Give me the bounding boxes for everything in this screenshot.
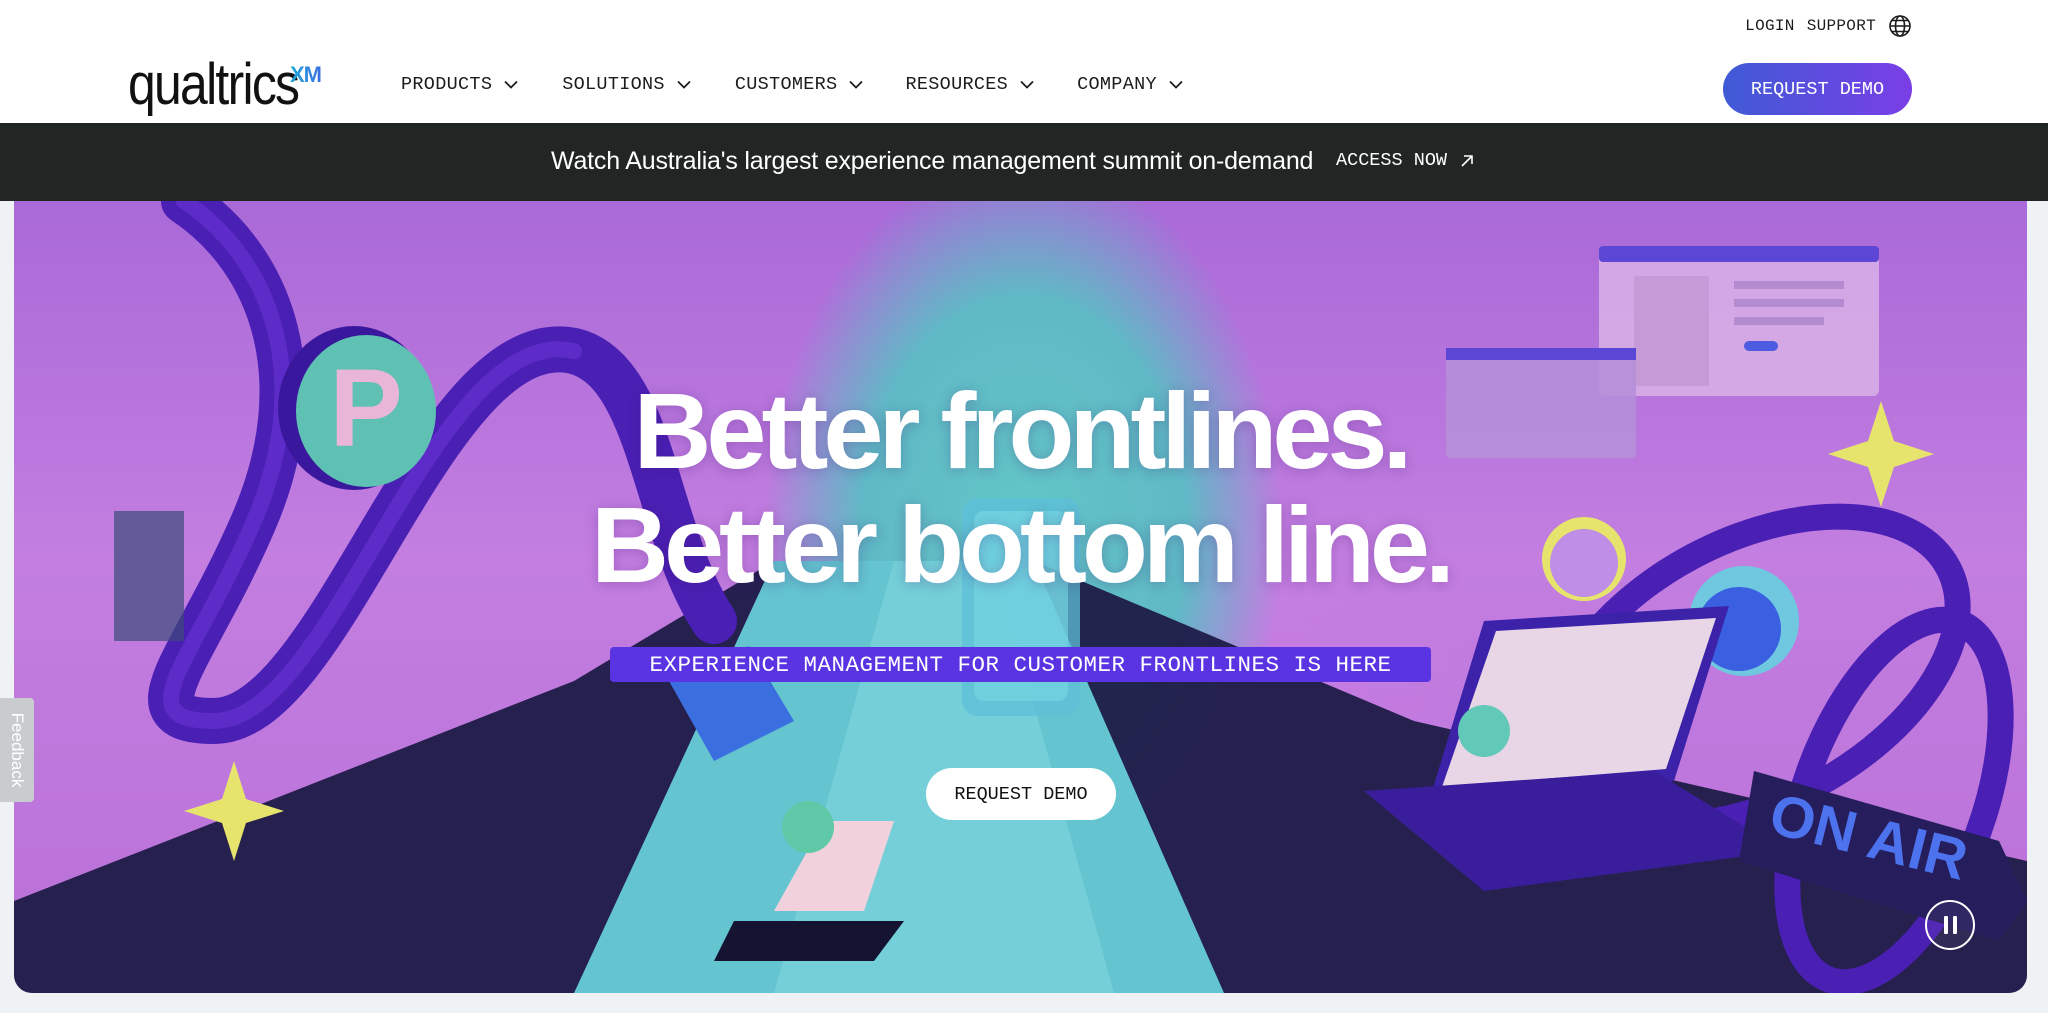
- globe-icon[interactable]: [1888, 14, 1912, 38]
- nav-label: RESOURCES: [905, 74, 1009, 95]
- qualtrics-logo[interactable]: qualtrics XM: [128, 56, 326, 126]
- chevron-down-icon: [1169, 80, 1183, 89]
- nav-label: COMPANY: [1077, 74, 1157, 95]
- hero-section: P ON AIR Better frontlines. Better botto…: [14, 201, 2027, 993]
- chevron-down-icon: [1020, 80, 1034, 89]
- chevron-down-icon: [849, 80, 864, 89]
- utility-nav: LOGIN SUPPORT: [1745, 14, 1912, 38]
- promo-banner: Watch Australia's largest experience man…: [0, 123, 2048, 201]
- nav-label: CUSTOMERS: [734, 74, 838, 95]
- support-link[interactable]: SUPPORT: [1807, 17, 1876, 35]
- nav-label: SOLUTIONS: [562, 74, 665, 95]
- request-demo-button[interactable]: REQUEST DEMO: [1723, 63, 1912, 115]
- nav-solutions[interactable]: SOLUTIONS: [562, 74, 691, 95]
- feedback-tab[interactable]: Feedback: [0, 698, 34, 802]
- access-now-label: ACCESS NOW: [1336, 150, 1448, 171]
- logo-wordmark: qualtrics: [128, 52, 300, 117]
- hero-tagline: EXPERIENCE MANAGEMENT FOR CUSTOMER FRONT…: [610, 647, 1431, 682]
- pause-icon: [1943, 916, 1948, 934]
- chevron-down-icon: [677, 80, 691, 89]
- nav-customers[interactable]: CUSTOMERS: [735, 74, 864, 95]
- chevron-down-icon: [504, 80, 518, 89]
- nav-products[interactable]: PRODUCTS: [401, 74, 518, 95]
- site-header: LOGIN SUPPORT qualtrics XM PRODUCTS SOLU…: [0, 0, 2048, 123]
- nav-label: PRODUCTS: [401, 74, 493, 95]
- pause-icon-bar: [1952, 916, 1957, 934]
- access-now-link[interactable]: ACCESS NOW: [1336, 150, 1475, 171]
- login-link[interactable]: LOGIN: [1745, 17, 1795, 35]
- external-arrow-icon: [1461, 154, 1473, 167]
- banner-text: Watch Australia's largest experience man…: [551, 147, 1314, 175]
- pause-video-button[interactable]: [1925, 900, 1975, 950]
- hero-request-demo-button[interactable]: REQUEST DEMO: [926, 768, 1116, 820]
- nav-company[interactable]: COMPANY: [1077, 74, 1183, 95]
- main-nav: PRODUCTS SOLUTIONS CUSTOMERS RESOURCES C…: [401, 74, 1183, 95]
- feedback-label: Feedback: [8, 712, 27, 788]
- hero-headline-line-1: Better frontlines.: [633, 370, 1412, 491]
- nav-resources[interactable]: RESOURCES: [905, 74, 1034, 95]
- logo-xm-mark: XM: [290, 62, 322, 87]
- hero-headline-line-2: Better bottom line.: [590, 484, 1455, 605]
